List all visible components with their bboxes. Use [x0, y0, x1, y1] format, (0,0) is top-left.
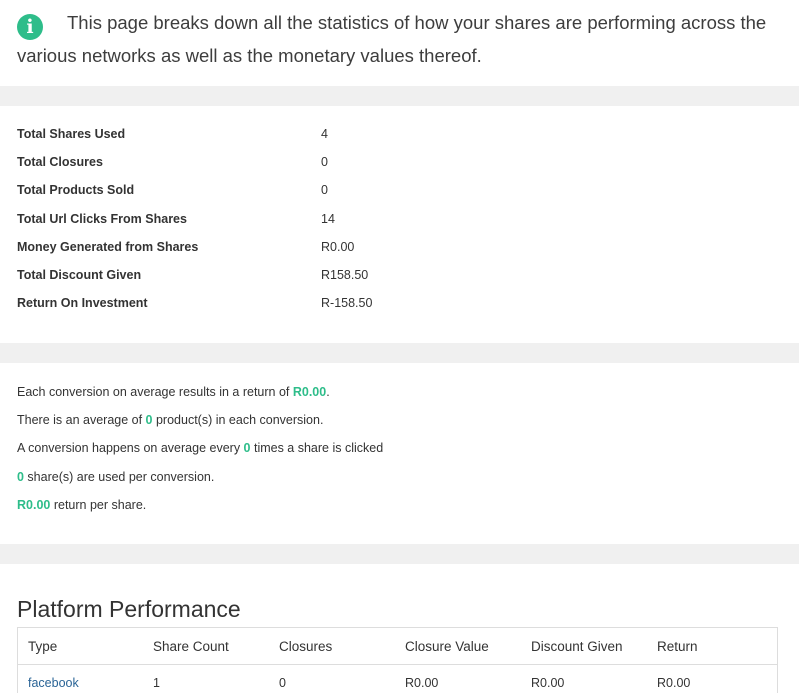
conversion-panel: Each conversion on average results in a … — [0, 363, 797, 544]
highlight-value: R0.00 — [292, 385, 327, 399]
stat-label: Total Closures — [17, 155, 103, 170]
conversion-text: Each conversion on average results in a … — [17, 385, 293, 399]
table-cell: R0.00 — [657, 676, 691, 690]
stat-label: Return On Investment — [17, 296, 148, 311]
stat-row-total-shares-used: Total Shares Used 4 — [17, 125, 780, 153]
platform-table: Type Share Count Closures Closure Value … — [17, 627, 778, 693]
intro-text-block: i This page breaks down all the statistic… — [17, 7, 780, 72]
column-header-type: Type — [17, 627, 143, 665]
stat-row-total-discount-given: Total Discount Given R158.50 — [17, 266, 780, 294]
conversion-text: product(s) in each conversion. — [152, 413, 324, 428]
table-cell: 0 — [279, 676, 286, 690]
highlight-value: 0 — [145, 413, 153, 428]
info-icon: i — [17, 14, 43, 40]
table-row: facebook 1 0 R0.00 R0.00 R0.00 — [18, 665, 778, 693]
table-cell: R0.00 — [405, 676, 439, 690]
highlight-value: 0 — [17, 469, 24, 484]
table-cell: 1 — [153, 676, 160, 690]
intro-text: This page breaks down all the statistics… — [17, 12, 767, 66]
stat-label: Money Generated from Shares — [17, 239, 199, 254]
highlight-value: 0 — [243, 441, 251, 456]
column-header-closures: Closures — [269, 627, 395, 665]
conversion-text: return per share. — [50, 497, 147, 512]
conversion-return-per-share-line: R0.00 return per share. — [17, 496, 780, 524]
stat-row-return-on-investment: Return On Investment R-158.50 — [17, 294, 780, 322]
highlight-value: R0.00 — [17, 497, 51, 512]
conversion-text: share(s) are used per conversion. — [23, 469, 215, 484]
conversion-shares-line: 0 share(s) are used per conversion. — [17, 468, 780, 496]
conversion-return-line: Each conversion on average results in a … — [17, 383, 780, 411]
column-header-closure-value: Closure Value — [395, 627, 521, 665]
stat-value: R0.00 — [321, 239, 355, 254]
stat-value: 0 — [321, 155, 328, 170]
platform-panel: Platform Performance Type Share Count Cl… — [0, 564, 797, 693]
stat-value: R158.50 — [321, 267, 369, 282]
conversion-text: A conversion happens on average every — [17, 441, 244, 456]
conversion-text: times a share is clicked — [250, 441, 384, 456]
section-divider — [0, 343, 799, 363]
conversion-products-line: There is an average of 0 product(s) in e… — [17, 411, 780, 439]
stat-label: Total Discount Given — [17, 267, 142, 282]
column-header-share-count: Share Count — [143, 627, 269, 665]
section-divider — [0, 86, 799, 106]
platform-link-facebook[interactable]: facebook — [18, 665, 144, 693]
stat-value: 0 — [321, 183, 328, 198]
platform-title: Platform Performance — [17, 596, 241, 622]
conversion-frequency-line: A conversion happens on average every 0 … — [17, 439, 780, 467]
stat-value: 4 — [321, 127, 328, 141]
stat-value: 14 — [321, 211, 335, 226]
section-divider — [0, 544, 799, 564]
stat-row-total-url-clicks: Total Url Clicks From Shares 14 — [17, 210, 780, 238]
stat-label: Total Shares Used — [17, 127, 126, 141]
stat-value: R-158.50 — [321, 296, 373, 311]
conversion-text: There is an average of — [17, 413, 146, 428]
column-header-discount-given: Discount Given — [521, 627, 647, 665]
intro-panel: i This page breaks down all the statistic… — [0, 0, 797, 86]
conversion-text: . — [326, 385, 330, 399]
table-header-row: Type Share Count Closures Closure Value … — [17, 627, 778, 665]
stats-panel: Total Shares Used 4 Total Closures 0 Tot… — [0, 106, 797, 343]
stat-label: Total Products Sold — [17, 183, 135, 198]
stat-row-total-products-sold: Total Products Sold 0 — [17, 181, 780, 209]
table-cell: R0.00 — [531, 676, 565, 690]
stat-row-money-generated: Money Generated from Shares R0.00 — [17, 238, 780, 266]
stat-row-total-closures: Total Closures 0 — [17, 153, 780, 181]
column-header-return: Return — [647, 627, 778, 665]
stat-label: Total Url Clicks From Shares — [17, 211, 187, 226]
